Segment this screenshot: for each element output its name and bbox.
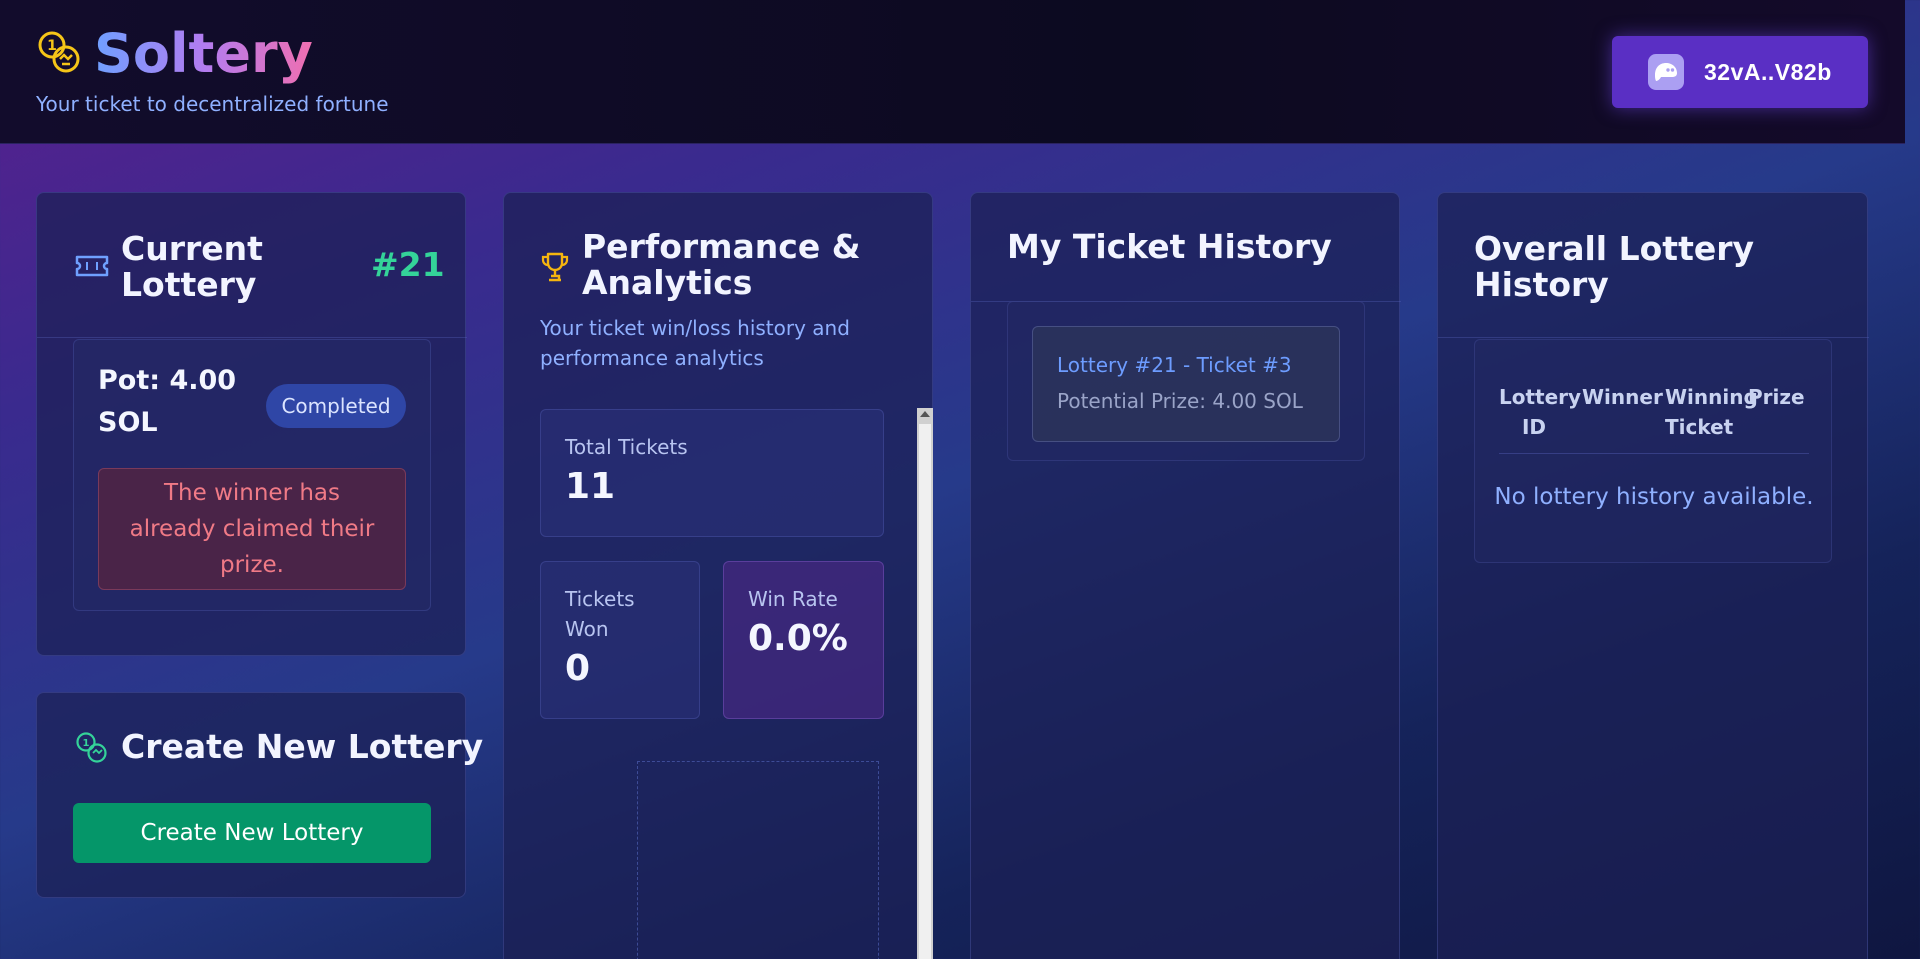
divider bbox=[1438, 337, 1869, 338]
divider bbox=[37, 337, 467, 338]
scrollbar[interactable] bbox=[917, 408, 933, 959]
app-title: Soltery bbox=[94, 18, 313, 90]
app-subtitle: Your ticket to decentralized fortune bbox=[36, 92, 389, 116]
ticket-prize: Potential Prize: 4.00 SOL bbox=[1057, 389, 1303, 413]
col-winning-ticket: Winning Ticket bbox=[1665, 385, 1758, 439]
wallet-address: 32vA..V82b bbox=[1704, 58, 1832, 85]
scroll-up-arrow-icon[interactable] bbox=[920, 411, 930, 417]
table-header: Lottery ID Winner Winning Ticket Prize bbox=[1499, 382, 1809, 454]
lottery-number: #21 bbox=[371, 245, 445, 284]
svg-text:1: 1 bbox=[83, 738, 90, 749]
stat-value: 0 bbox=[565, 648, 591, 689]
stat-total-tickets: Total Tickets 11 bbox=[540, 409, 884, 537]
wallet-button[interactable]: 32vA..V82b bbox=[1612, 36, 1868, 108]
current-lottery-card: Current Lottery #21 Pot: 4.00 SOL Comple… bbox=[36, 192, 467, 656]
performance-title: Performance & Analytics bbox=[582, 227, 861, 302]
coins-icon: 1 bbox=[38, 31, 80, 73]
col-prize: Prize bbox=[1748, 385, 1805, 409]
coins-icon: 1 bbox=[76, 732, 107, 763]
ticket-icon bbox=[75, 255, 109, 277]
stat-win-rate: Win Rate 0.0% bbox=[723, 561, 884, 719]
stat-label: Tickets Won bbox=[565, 587, 635, 641]
phantom-ghost-icon bbox=[1648, 54, 1684, 90]
stat-label: Total Tickets bbox=[565, 435, 688, 459]
scroll-thumb[interactable] bbox=[919, 424, 931, 959]
chart-placeholder bbox=[637, 761, 879, 959]
ticket-history-card: My Ticket History Lottery #21 - Ticket #… bbox=[970, 192, 1401, 959]
create-lottery-button[interactable]: Create New Lottery bbox=[73, 803, 431, 863]
create-lottery-card: 1 Create New Lottery Create New Lottery bbox=[36, 692, 483, 898]
pot-amount: Pot: 4.00 SOL bbox=[98, 365, 237, 438]
create-lottery-title: Create New Lottery bbox=[121, 727, 484, 766]
current-lottery-title: Current Lottery bbox=[121, 229, 263, 304]
empty-message: No lottery history available. bbox=[1494, 484, 1814, 510]
col-lottery-id: Lottery ID bbox=[1499, 385, 1582, 439]
brand: 1 Soltery Your ticket to decentralized f… bbox=[36, 18, 389, 116]
performance-subtitle: Your ticket win/loss history and perform… bbox=[540, 316, 850, 370]
performance-card: Performance & Analytics Your ticket win/… bbox=[503, 192, 933, 959]
overall-history-card: Overall Lottery History Lottery ID Winne… bbox=[1437, 192, 1869, 959]
col-winner: Winner bbox=[1582, 385, 1663, 409]
lottery-details: Pot: 4.00 SOL Completed The winner has a… bbox=[73, 339, 431, 611]
history-table: Lottery ID Winner Winning Ticket Prize N… bbox=[1474, 339, 1832, 563]
stat-value: 0.0% bbox=[748, 618, 848, 659]
ticket-history-list: Lottery #21 - Ticket #3 Potential Prize:… bbox=[1007, 301, 1365, 461]
status-badge: Completed bbox=[266, 384, 406, 428]
trophy-icon bbox=[541, 252, 569, 282]
overall-history-title: Overall Lottery History bbox=[1474, 229, 1755, 304]
stat-label: Win Rate bbox=[748, 587, 838, 611]
stat-tickets-won: Tickets Won 0 bbox=[540, 561, 700, 719]
stat-value: 11 bbox=[565, 466, 616, 507]
ticket-history-title: My Ticket History bbox=[1007, 227, 1332, 266]
claimed-alert: The winner has already claimed their pri… bbox=[98, 468, 406, 590]
app-header: 1 Soltery Your ticket to decentralized f… bbox=[0, 0, 1905, 144]
ticket-link[interactable]: Lottery #21 - Ticket #3 bbox=[1057, 353, 1292, 377]
list-item[interactable]: Lottery #21 - Ticket #3 Potential Prize:… bbox=[1032, 326, 1340, 442]
